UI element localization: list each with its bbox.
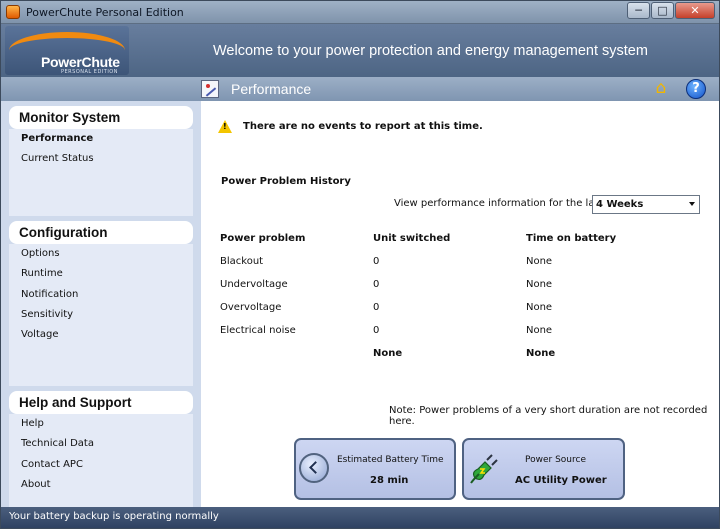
sidebar-heading-monitor-system: Monitor System: [9, 106, 193, 129]
sidebar-item-sensitivity[interactable]: Sensitivity: [21, 309, 193, 329]
sidebar-heading-configuration: Configuration: [9, 221, 193, 244]
events-message: There are no events to report at this ti…: [243, 121, 483, 132]
window-controls: ─ □ ✕: [627, 2, 715, 19]
powerchute-logo: PowerChute PERSONAL EDITION: [5, 26, 129, 75]
clock-icon: [299, 453, 329, 483]
battery-time-label: Estimated Battery Time: [337, 455, 444, 465]
plug-icon: [470, 454, 498, 484]
sidebar-item-options[interactable]: Options: [21, 248, 193, 268]
table-cell: None: [526, 325, 553, 336]
power-source-value: AC Utility Power: [515, 475, 607, 486]
sidebar-item-notification[interactable]: Notification: [21, 289, 193, 309]
total-unit-switched: None: [373, 348, 403, 359]
table-cell: 0: [373, 302, 380, 313]
table-cell: Blackout: [220, 256, 264, 267]
sidebar-item-current-status[interactable]: Current Status: [21, 153, 193, 173]
sidebar-heading-help-and-support: Help and Support: [9, 391, 193, 414]
history-title: Power Problem History: [221, 176, 351, 187]
sidebar-item-runtime[interactable]: Runtime: [21, 268, 193, 288]
sidebar-item-performance[interactable]: Performance: [21, 133, 193, 153]
table-cell: None: [526, 279, 553, 290]
history-note: Note: Power problems of a very short dur…: [389, 405, 708, 427]
total-time-on-battery: None: [526, 348, 556, 359]
power-source-label: Power Source: [525, 455, 586, 465]
sidebar-item-voltage[interactable]: Voltage: [21, 329, 193, 349]
minimize-button[interactable]: ─: [627, 2, 650, 19]
logo-swoosh: [9, 32, 125, 54]
sidebar-item-technical-data[interactable]: Technical Data: [21, 438, 193, 458]
header-banner: PowerChute PERSONAL EDITION Welcome to y…: [1, 24, 719, 77]
welcome-text: Welcome to your power protection and ene…: [213, 43, 648, 59]
table-cell: 0: [373, 279, 380, 290]
help-icon[interactable]: ?: [686, 79, 706, 99]
section-bar: Performance ⌂ ?: [1, 77, 719, 101]
sidebar-list: Options Runtime Notification Sensitivity…: [9, 244, 193, 386]
table-cell: Electrical noise: [220, 325, 296, 336]
sidebar-item-contact-apc[interactable]: Contact APC: [21, 459, 193, 479]
section-title: Performance: [231, 81, 312, 97]
table-cell: None: [526, 302, 553, 313]
sidebar: Monitor System Performance Current Statu…: [1, 101, 201, 507]
battery-time-card[interactable]: Estimated Battery Time 28 min: [294, 438, 456, 500]
title-bar[interactable]: PowerChute Personal Edition ─ □ ✕: [1, 1, 719, 24]
table-cell: None: [526, 256, 553, 267]
period-label: View performance information for the las…: [394, 198, 604, 209]
column-header-power-problem: Power problem: [220, 233, 306, 244]
performance-chart-icon: [201, 80, 219, 98]
app-window: PowerChute Personal Edition ─ □ ✕ PowerC…: [0, 0, 720, 529]
period-select[interactable]: 4 Weeks: [592, 195, 700, 214]
sidebar-group-configuration: Configuration Options Runtime Notificati…: [9, 221, 193, 386]
sidebar-item-help[interactable]: Help: [21, 418, 193, 438]
main-panel: ! There are no events to report at this …: [201, 101, 719, 507]
maximize-button[interactable]: □: [651, 2, 674, 19]
status-text: Your battery backup is operating normall…: [9, 511, 219, 522]
period-value: 4 Weeks: [596, 199, 644, 210]
warning-mark: !: [223, 122, 227, 131]
powerchute-app-icon: [6, 5, 20, 19]
column-header-unit-switched: Unit switched: [373, 233, 451, 244]
window-title: PowerChute Personal Edition: [26, 6, 184, 19]
logo-subtitle: PERSONAL EDITION: [61, 69, 118, 75]
close-button[interactable]: ✕: [675, 2, 715, 19]
table-cell: 0: [373, 256, 380, 267]
column-header-time-on-battery: Time on battery: [526, 233, 617, 244]
status-bar: Your battery backup is operating normall…: [1, 507, 719, 528]
table-cell: Overvoltage: [220, 302, 282, 313]
power-source-card[interactable]: Power Source AC Utility Power: [462, 438, 625, 500]
sidebar-group-help: Help and Support Help Technical Data Con…: [9, 391, 193, 507]
battery-time-value: 28 min: [370, 475, 409, 486]
sidebar-group-monitor: Monitor System Performance Current Statu…: [9, 106, 193, 216]
sidebar-item-about[interactable]: About: [21, 479, 193, 499]
home-icon[interactable]: ⌂: [652, 80, 670, 97]
chevron-down-icon: [689, 202, 695, 206]
sidebar-list: Help Technical Data Contact APC About: [9, 414, 193, 507]
sidebar-list: Performance Current Status: [9, 129, 193, 216]
logo-name: PowerChute: [41, 54, 120, 70]
table-cell: 0: [373, 325, 380, 336]
table-cell: Undervoltage: [220, 279, 288, 290]
